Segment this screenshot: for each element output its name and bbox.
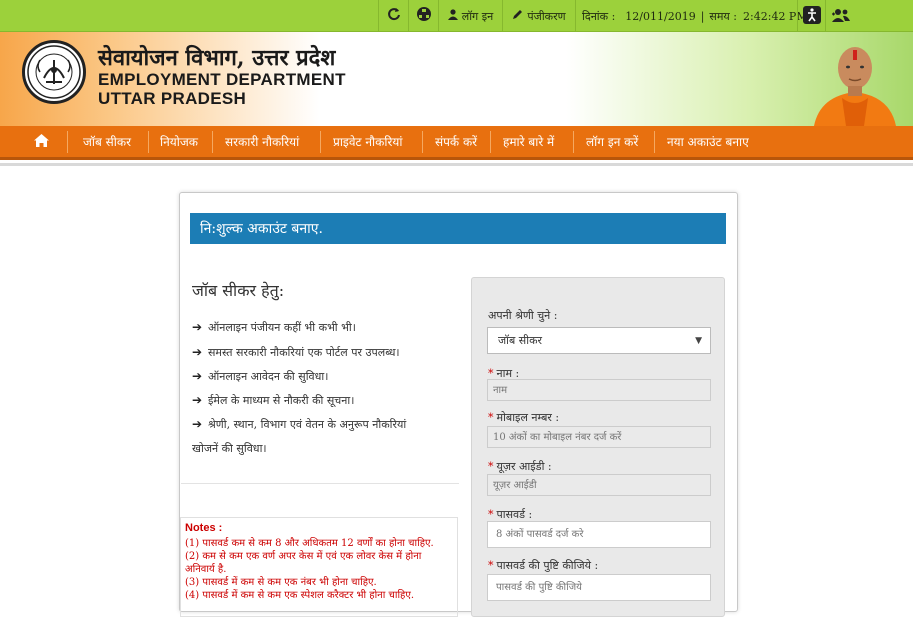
nav-employer[interactable]: नियोजक	[160, 126, 198, 157]
benefit-text: ऑनलाइन आवेदन की सुविधा।	[208, 370, 329, 383]
registration-card: नि:शुल्क अकाउंट बनाए. जॉब सीकर हेतु: ➔ ऑ…	[179, 192, 738, 617]
chief-minister-portrait	[812, 38, 898, 126]
arrow-right-icon: ➔	[192, 320, 203, 334]
nav-divider	[0, 163, 913, 166]
state-title-english: UTTAR PRADESH	[98, 89, 247, 108]
benefit-text: श्रेणी, स्थान, विभाग एवं वेतन के अनुरूप …	[208, 418, 407, 431]
note-line: (3) पासवर्ड में कम से कम एक नंबर भी होना…	[185, 577, 377, 588]
accessibility-button[interactable]	[797, 0, 825, 32]
nav-contact-us[interactable]: संपर्क करें	[435, 126, 477, 157]
register-label: पंजीकरण	[527, 9, 566, 23]
note-line: (2) कम से कम एक वर्ण अपर केस में एवं एक …	[185, 551, 422, 562]
sitemap-icon	[416, 6, 432, 26]
benefit-item: ➔ श्रेणी, स्थान, विभाग एवं वेतन के अनुरू…	[192, 417, 406, 432]
mobile-input[interactable]	[487, 426, 711, 448]
arrow-right-icon: ➔	[192, 417, 203, 431]
section-divider	[181, 483, 459, 484]
dept-title-english: EMPLOYMENT DEPARTMENT	[98, 70, 346, 89]
user-icon	[447, 9, 458, 23]
benefit-text: समस्त सरकारी नौकरियां एक पोर्टल पर उपलब्…	[208, 346, 400, 359]
benefit-item-continued: खोजनें की सुविधा।	[192, 441, 267, 456]
category-label: अपनी श्रेणी चुने :	[488, 309, 558, 322]
time-label: समय :	[709, 9, 738, 23]
benefit-item: ➔ ईमेल के माध्यम से नौकरी की सूचना।	[192, 393, 354, 408]
arrow-right-icon: ➔	[192, 393, 203, 407]
datetime-display: दिनांक : 12/011/2019 | समय : 2:42:42 PM	[575, 0, 808, 32]
nav-job-seeker[interactable]: जॉब सीकर	[83, 126, 131, 157]
notes-heading: Notes :	[185, 522, 223, 534]
users-icon	[831, 8, 851, 25]
password-notes: Notes : (1) पासवर्ड कम से कम 8 और अधिकतम…	[180, 517, 458, 617]
up-government-emblem-icon[interactable]	[22, 40, 86, 104]
benefit-text: ईमेल के माध्यम से नौकरी की सूचना।	[208, 394, 355, 407]
refresh-button[interactable]	[378, 0, 408, 32]
arrow-right-icon: ➔	[192, 369, 203, 383]
register-link[interactable]: पंजीकरण	[502, 0, 575, 32]
login-link[interactable]: लॉग इन	[438, 0, 502, 32]
category-select[interactable]: जॉब सीकर ▼	[487, 327, 711, 354]
nav-private-jobs[interactable]: प्राइवेट नौकरियां	[333, 126, 402, 157]
login-label: लॉग इन	[461, 9, 494, 23]
nav-government-jobs[interactable]: सरकारी नौकरियां	[225, 126, 299, 157]
name-input[interactable]	[487, 379, 711, 401]
benefit-item: ➔ ऑनलाइन आवेदन की सुविधा।	[192, 369, 328, 384]
confirm-password-input[interactable]	[487, 574, 711, 601]
userid-label: * यूज़र आईडी :	[488, 460, 552, 473]
category-selected-value: जॉब सीकर	[498, 334, 543, 347]
refresh-icon	[387, 7, 401, 25]
dept-title-hindi: सेवायोजन विभाग, उत्तर प्रदेश	[98, 45, 336, 71]
site-header: सेवायोजन विभाग, उत्तर प्रदेश EMPLOYMENT …	[0, 32, 913, 126]
top-utility-bar: लॉग इन पंजीकरण दिनांक : 12/011/2019 | सम…	[0, 0, 913, 32]
accessibility-icon	[802, 5, 821, 27]
password-label: * पासवर्ड :	[488, 508, 533, 521]
note-line: (1) पासवर्ड कम से कम 8 और अधिकतम 12 वर्ण…	[185, 538, 434, 549]
nav-create-account[interactable]: नया अकाउंट बनाए	[667, 126, 749, 157]
note-line: (4) पासवर्ड में कम से कम एक स्पेशल करैक्…	[185, 590, 415, 601]
note-line: अनिवार्य है.	[185, 564, 227, 575]
nav-login[interactable]: लॉग इन करें	[586, 126, 638, 157]
nav-home[interactable]	[26, 126, 56, 157]
confirm-password-label: * पासवर्ड की पुष्टि कीजिये :	[488, 559, 599, 572]
arrow-right-icon: ➔	[192, 345, 203, 359]
job-seeker-heading: जॉब सीकर हेतु:	[192, 281, 285, 300]
mobile-label: * मोबाइल नम्बर :	[488, 411, 560, 424]
dropdown-caret-icon: ▼	[695, 336, 702, 346]
date-label: दिनांक :	[582, 9, 616, 23]
card-title: नि:शुल्क अकाउंट बनाए.	[190, 213, 726, 244]
home-icon	[33, 133, 49, 150]
userid-input[interactable]	[487, 474, 711, 496]
benefit-text: ऑनलाइन पंजीयन कहीं भी कभी भी।	[208, 321, 356, 334]
benefit-item: ➔ ऑनलाइन पंजीयन कहीं भी कभी भी।	[192, 320, 356, 335]
sitemap-button[interactable]	[408, 0, 438, 32]
password-input[interactable]	[487, 521, 711, 548]
benefit-item: ➔ समस्त सरकारी नौकरियां एक पोर्टल पर उपल…	[192, 345, 400, 360]
users-button[interactable]	[825, 0, 855, 32]
nav-about-us[interactable]: हमारे बारे में	[503, 126, 554, 157]
registration-form: अपनी श्रेणी चुने : जॉब सीकर ▼ *नाम : *मो…	[471, 277, 725, 617]
main-navigation: जॉब सीकर नियोजक सरकारी नौकरियां प्राइवेट…	[0, 126, 913, 160]
date-value: 12/011/2019	[625, 9, 696, 23]
pencil-icon	[512, 9, 523, 23]
benefit-text: खोजनें की सुविधा।	[192, 442, 267, 455]
